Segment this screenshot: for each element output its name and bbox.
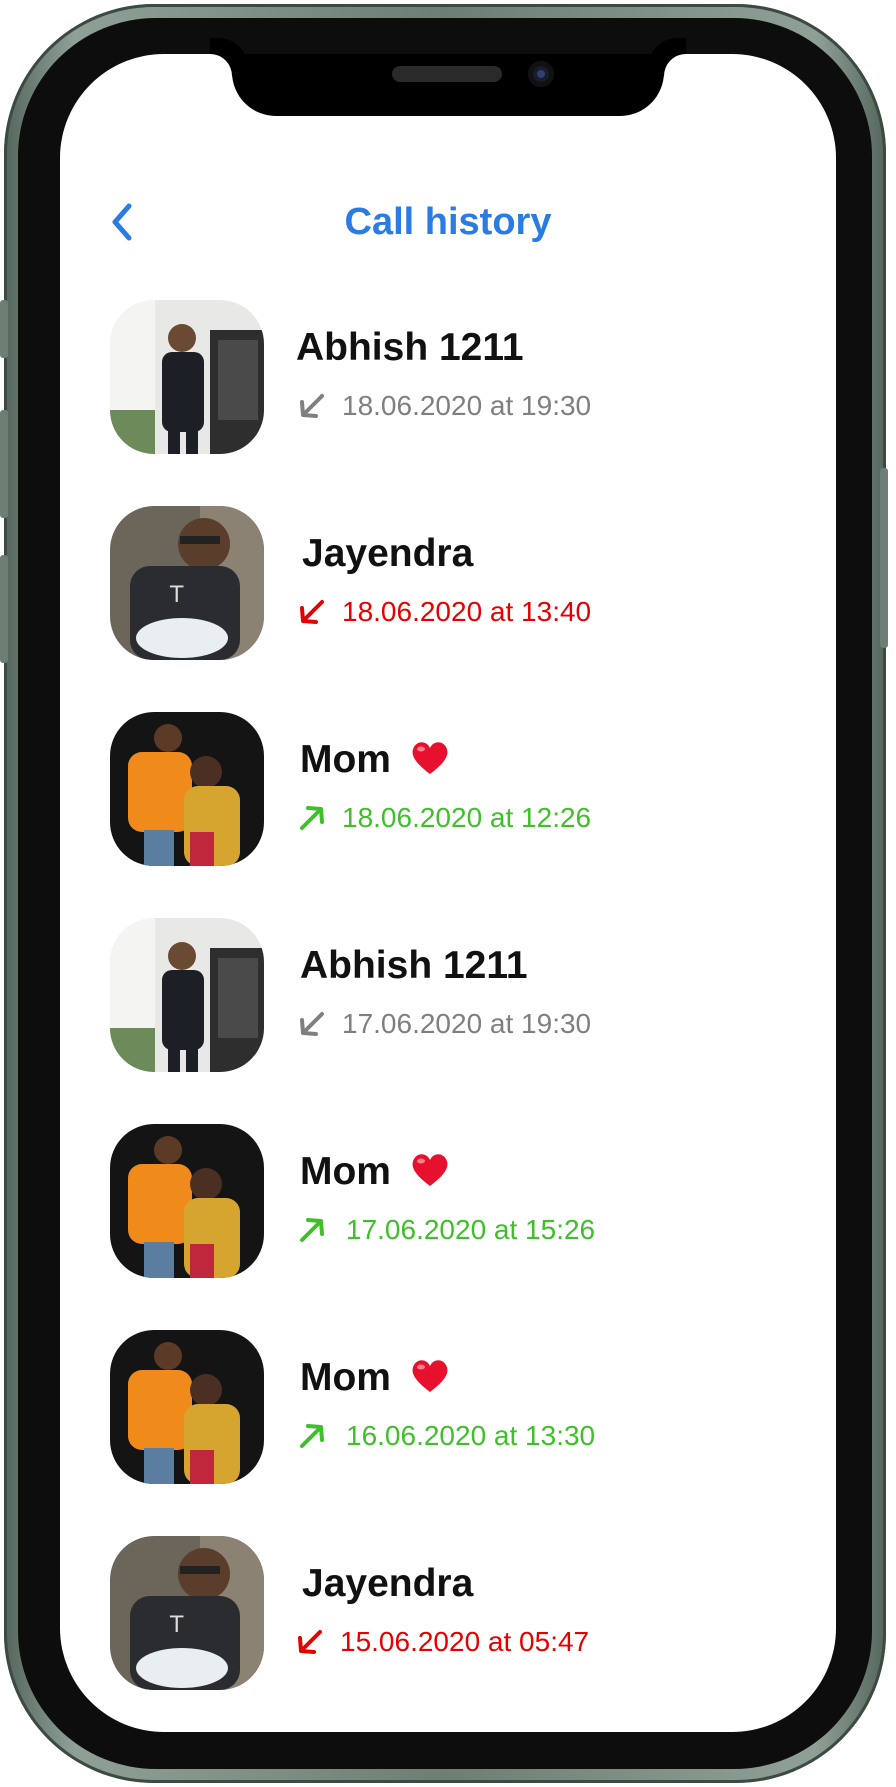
avatar [110,1124,264,1278]
heart-icon [412,742,448,774]
front-camera-icon [528,61,554,87]
call-datetime: 18.06.2020 at 12:26 [342,802,592,833]
top-bar: Call history [60,192,836,252]
call-datetime: 18.06.2020 at 19:30 [342,390,592,421]
outgoing-call-icon [300,1218,324,1242]
call-datetime: 15.06.2020 at 05:47 [340,1626,590,1657]
call-meta: 16.06.2020 at 13:30 [296,1416,595,1456]
contact-name: Abhish 1211 [296,326,524,369]
call-row[interactable]: Mom 16.06.2020 at 13:30 [60,1330,836,1486]
svg-text:T: T [169,1613,184,1638]
call-row[interactable]: Abhish 1211 18.06.2020 at 19:30 [60,300,836,456]
power-button [880,468,888,648]
svg-text:T: T [169,583,184,608]
call-meta: 18.06.2020 at 19:30 [296,386,591,426]
call-row[interactable]: Abhish 1211 17.06.2020 at 19:30 [60,918,836,1074]
call-meta: 18.06.2020 at 13:40 [296,592,591,632]
mute-switch [0,300,8,358]
app-screen: Call history Abhish 1211 18.06.2020 at 1… [60,54,836,1732]
contact-name: Jayendra [302,532,474,575]
contact-name: Mom [300,738,450,782]
contact-name: Abhish 1211 [300,944,528,987]
missed-call-icon [300,600,324,624]
call-meta: 17.06.2020 at 15:26 [296,1210,595,1250]
volume-down-button [0,555,8,663]
avatar [110,712,264,866]
speaker-grille [392,66,502,82]
call-datetime: 17.06.2020 at 19:30 [342,1008,592,1039]
avatar: T [110,506,264,660]
call-row[interactable]: T Jayendra 15.06.2020 at 05:47 [60,1536,836,1692]
phone-notch [232,54,664,116]
call-datetime: 17.06.2020 at 15:26 [346,1214,596,1245]
call-meta: 18.06.2020 at 12:26 [296,798,591,838]
call-row[interactable]: T Jayendra 18.06.2020 at 13:40 [60,506,836,662]
call-meta: 15.06.2020 at 05:47 [294,1622,589,1662]
contact-name: Mom [300,1356,450,1400]
call-datetime: 16.06.2020 at 13:30 [346,1420,596,1451]
call-row[interactable]: Mom 17.06.2020 at 15:26 [60,1124,836,1280]
heart-icon [412,1154,448,1186]
missed-call-icon [298,1630,322,1654]
incoming-call-icon [300,1012,324,1036]
incoming-call-icon [300,394,324,418]
page-title: Call history [344,201,552,243]
avatar [110,918,264,1072]
contact-name: Mom [300,1150,450,1194]
avatar [110,1330,264,1484]
avatar: T [110,1536,264,1690]
call-datetime: 18.06.2020 at 13:40 [342,596,592,627]
call-row[interactable]: Mom 18.06.2020 at 12:26 [60,712,836,868]
call-meta: 17.06.2020 at 19:30 [296,1004,591,1044]
volume-up-button [0,410,8,518]
contact-name: Jayendra [302,1562,474,1605]
heart-icon [412,1360,448,1392]
outgoing-call-icon [300,1424,324,1448]
avatar [110,300,264,454]
outgoing-call-icon [300,806,324,830]
